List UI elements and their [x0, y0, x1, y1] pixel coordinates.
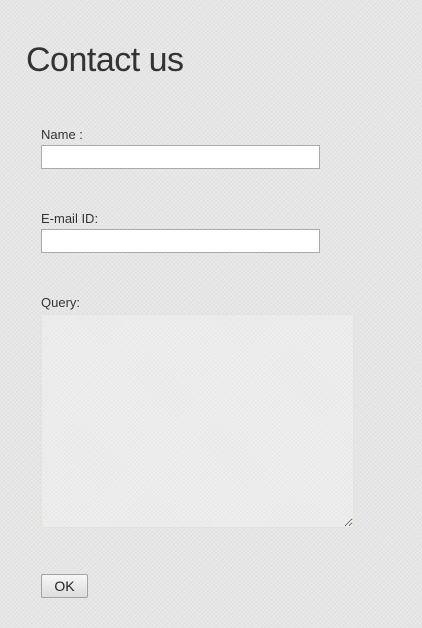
query-label: Query:: [41, 295, 81, 310]
email-label: E-mail ID:: [41, 211, 99, 226]
name-label: Name :: [41, 127, 83, 142]
query-textarea[interactable]: [41, 314, 354, 528]
email-input[interactable]: [41, 229, 320, 253]
name-input[interactable]: [41, 145, 320, 169]
page-title: Contact us: [26, 41, 184, 79]
ok-button[interactable]: OK: [41, 574, 88, 598]
